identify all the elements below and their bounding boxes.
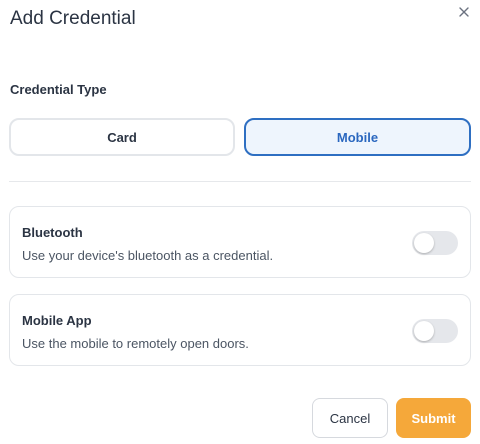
card-type-button[interactable]: Card <box>9 118 235 156</box>
mobile-app-toggle[interactable] <box>412 319 458 343</box>
mobile-type-button[interactable]: Mobile <box>244 118 471 156</box>
add-credential-dialog: Add Credential Credential Type Card Mobi… <box>0 0 480 444</box>
credential-type-label: Credential Type <box>10 82 107 97</box>
cancel-button[interactable]: Cancel <box>312 398 388 438</box>
toggle-knob <box>414 233 434 253</box>
mobile-app-description: Use the mobile to remotely open doors. <box>22 336 249 351</box>
toggle-knob <box>414 321 434 341</box>
dialog-title: Add Credential <box>10 8 136 29</box>
bluetooth-toggle[interactable] <box>412 231 458 255</box>
submit-button[interactable]: Submit <box>396 398 471 438</box>
mobile-app-title: Mobile App <box>22 313 92 328</box>
bluetooth-option: Bluetooth Use your device's bluetooth as… <box>9 206 471 278</box>
close-icon[interactable] <box>456 4 472 20</box>
bluetooth-title: Bluetooth <box>22 225 83 240</box>
bluetooth-description: Use your device's bluetooth as a credent… <box>22 248 274 263</box>
mobile-app-option: Mobile App Use the mobile to remotely op… <box>9 294 471 366</box>
divider <box>9 181 471 182</box>
